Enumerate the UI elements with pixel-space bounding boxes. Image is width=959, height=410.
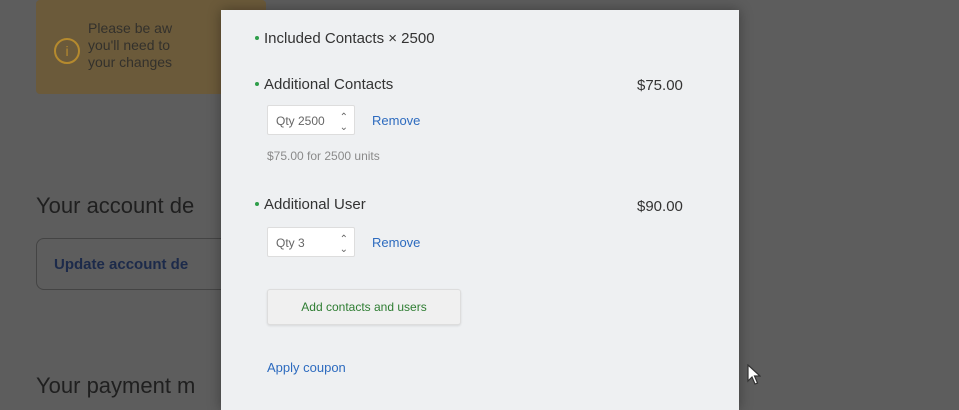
bullet-icon — [255, 36, 259, 41]
additional-user-item: Additional User — [255, 196, 366, 213]
account-details-heading: Your account de — [36, 193, 195, 218]
update-account-button-label: Update account de — [54, 256, 189, 273]
mouse-pointer-icon — [747, 364, 761, 385]
remove-user-link[interactable]: Remove — [372, 235, 420, 250]
payment-method-heading: Your payment m — [36, 373, 196, 398]
additional-user-price: $90.00 — [637, 198, 683, 215]
stepper-arrows-icon: ⌃ ⌄ — [339, 234, 348, 255]
alert-text: Please be aw you'll need to your changes — [88, 20, 173, 70]
included-contacts-label: Included Contacts × 2500 — [264, 30, 435, 47]
contacts-units-note: $75.00 for 2500 units — [267, 149, 380, 163]
apply-coupon-link[interactable]: Apply coupon — [267, 360, 346, 375]
additional-contacts-item: Additional Contacts — [255, 76, 393, 93]
add-contacts-users-label: Add contacts and users — [301, 300, 427, 314]
info-icon: i — [54, 38, 80, 64]
user-qty-select[interactable]: Qty 3 ⌃ ⌄ — [267, 227, 355, 257]
remove-contacts-link[interactable]: Remove — [372, 113, 420, 128]
additional-contacts-label: Additional Contacts — [264, 76, 394, 93]
contacts-qty-value: Qty 2500 — [276, 114, 325, 128]
bullet-icon — [255, 82, 259, 87]
subscription-modal: Included Contacts × 2500 Additional Cont… — [221, 10, 761, 410]
additional-contacts-price: $75.00 — [637, 77, 683, 94]
stepper-arrows-icon: ⌃ ⌄ — [339, 112, 348, 133]
user-qty-value: Qty 3 — [276, 236, 305, 250]
add-contacts-users-button[interactable]: Add contacts and users — [267, 289, 461, 325]
contacts-qty-select[interactable]: Qty 2500 ⌃ ⌄ — [267, 105, 355, 135]
bullet-icon — [255, 202, 259, 207]
additional-user-label: Additional User — [264, 196, 366, 213]
included-contacts-item: Included Contacts × 2500 — [255, 30, 435, 47]
